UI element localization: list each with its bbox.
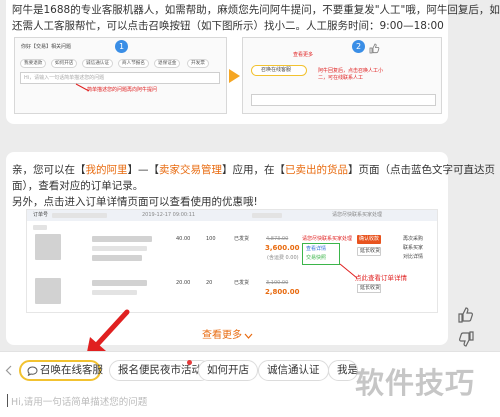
row1-extend-button[interactable]: 延长收货 (357, 247, 381, 256)
thumbs-down-icon (459, 331, 474, 347)
thumbs-down-button[interactable] (456, 329, 476, 349)
thumbs-up-button[interactable] (456, 305, 476, 325)
order-header-right: 请您尽快联系买家处理 (332, 212, 383, 218)
guide-input-placeholder: Hi，请输入一句话简单描述您的问题 (24, 75, 105, 81)
message-input-placeholder: Hi,请用一句话简单描述您的问题 (11, 397, 148, 408)
row1-status: 已发货 (234, 236, 250, 242)
summon-agent-label: 召唤在线客服 (40, 364, 103, 376)
link-seller-trade-management[interactable]: 卖家交易管理 (159, 164, 222, 176)
msg-paragraph-1: 亲，您可以在【我的阿里】—【卖家交易管理】应用，在【已卖出的货品】页面（点击蓝色… (12, 162, 495, 178)
thumbs-up-icon (458, 307, 473, 323)
step-badge-2: 2 (352, 40, 365, 53)
quick-action-open-shop[interactable]: 如何开店 (198, 360, 258, 381)
order-note: 点此查看订单详情 (355, 274, 407, 282)
msg-text: 】页面（点击蓝色文字可直达页 (348, 164, 495, 176)
msg-text: 亲，您可以在【 (12, 164, 86, 176)
guide-input-box: Hi，请输入一句话简单描述您的问题 (20, 72, 220, 84)
guide-chip: 我要退款 (20, 59, 47, 68)
row2-extend-button[interactable]: 延长收货 (357, 284, 381, 293)
row1-right-action[interactable]: 再次采购 (403, 236, 423, 243)
detail-link[interactable]: 查看详情 (306, 246, 326, 253)
text-cursor (7, 394, 8, 407)
guide-chip: 商人节报名 (118, 59, 149, 68)
blurred-text (33, 225, 47, 230)
row1-freight: (含运费 0.00) (267, 255, 299, 261)
row2-old-price: 3,100.00 (266, 280, 289, 286)
blurred-text (92, 255, 142, 261)
guide-summon-label: 召唤在线客服 (261, 67, 292, 73)
bot-message-intro: 阿牛是1688的专业客服机器人，如需帮助，麻烦您先问阿牛提问，不要重复发"人工"… (6, 0, 500, 124)
quick-action-verification[interactable]: 诚信通认证 (258, 360, 329, 381)
row1-total: 3,600.00 (265, 244, 300, 252)
row1-qty: 100 (206, 236, 216, 242)
row1-confirm-button[interactable]: 确认收款 (357, 235, 381, 244)
row1-right-action[interactable]: 对比详情 (403, 254, 423, 261)
blurred-text (92, 236, 152, 242)
detail-snapshot: 交易快照 (306, 255, 327, 261)
row2-status: 已发货 (234, 280, 250, 286)
guide-chip: 退保证金 (154, 59, 181, 68)
blurred-text (52, 213, 107, 218)
row2-extend-label: 延长收货 (360, 285, 381, 291)
watermark-logo: 软件技巧 (355, 366, 476, 400)
msg-paragraph-3: 另外，点击进入订单详情页面可以查看使用的优惠哦! (12, 196, 258, 208)
thumbs-up-icon (369, 43, 380, 54)
see-more-link[interactable]: 查看更多 (202, 328, 242, 344)
order-header-date: 2019-12-17 09:00:11 (142, 212, 196, 218)
chevron-down-icon[interactable] (244, 333, 253, 339)
step-badge-1: 1 (115, 40, 128, 53)
note-pointer-icon (339, 263, 358, 279)
blurred-text (92, 280, 147, 286)
link-my-alibaba[interactable]: 我的阿里 (86, 164, 128, 176)
blurred-text (92, 290, 137, 295)
row2-price: 20.00 (176, 280, 191, 286)
guide-chip: 如何开店 (51, 59, 78, 68)
bot-message-orders: 亲，您可以在【我的阿里】—【卖家交易管理】应用，在【已卖出的货品】页面（点击蓝色… (6, 152, 495, 345)
quick-action-partial[interactable]: 我是 (328, 360, 358, 381)
row1-extend-label: 延长收货 (360, 248, 381, 254)
blurred-text (92, 246, 147, 251)
msg-text: 】—【 (127, 164, 160, 176)
guide-screenshot-right[interactable]: 2 查看更多 召唤在线客服 阿牛回复后，点击召唤人工小二，可在线联系人工 (242, 37, 442, 114)
row1-right-action[interactable]: 联系买家 (403, 245, 423, 252)
guide-screenshot-left[interactable]: 1 你好【交易】相关问题 我要退款 如何开店 诚信通认证 商人节报名 退保证金 … (14, 37, 227, 114)
msg-text: 】应用，在【 (222, 164, 285, 176)
guide-right-tag: 查看更多 (293, 52, 314, 58)
intro-line-1: 阿牛是1688的专业客服机器人，如需帮助，麻烦您先问阿牛提问，不要重复发"人工"… (12, 4, 500, 16)
new-dot-badge (187, 360, 192, 365)
product-thumbnail (35, 234, 61, 260)
guide-red-pointer-icon (75, 83, 90, 92)
guide-left-header: 你好【交易】相关问题 (21, 44, 72, 50)
quick-action-night-market[interactable]: 报名便民夜市活动 (109, 360, 211, 381)
intro-line-2: 还需人工客服帮忙，可以点击召唤按钮（如下图所示）找小二。人工服务时间：9:00—… (12, 20, 444, 32)
order-header-number: 订单号 (33, 212, 49, 218)
blurred-text (252, 213, 282, 218)
row1-wait-text: 请您尽快联系买家处理 (302, 236, 353, 242)
product-thumbnail (35, 278, 61, 304)
guide-next-arrow-icon (229, 69, 240, 83)
guide-chip: 诚信通认证 (82, 59, 113, 68)
guide-right-hint: 阿牛回复后，点击召唤人工小二，可在线联系人工 (318, 68, 384, 81)
detail-highlight-box[interactable]: 查看详情 交易快照 (302, 243, 340, 265)
row1-confirm-label: 确认收款 (359, 236, 380, 242)
order-list-screenshot[interactable]: 订单号 2019-12-17 09:00:11 请您尽快联系买家处理 40.00… (26, 209, 438, 313)
chat-bubble-icon (27, 366, 38, 376)
link-sold-goods[interactable]: 已卖出的货品 (285, 164, 348, 176)
guide-summon-chip: 召唤在线客服 (251, 65, 307, 76)
row1-old-price: 4,873.00 (266, 236, 289, 242)
row2-total: 2,800.00 (265, 288, 300, 296)
row1-price: 40.00 (176, 236, 191, 242)
guide-chip: 开发票 (187, 59, 209, 68)
row2-qty: 20 (206, 280, 213, 286)
guide-left-hint: 简单描述您的问题再向阿牛提问 (87, 87, 158, 93)
guide-right-input-box (251, 94, 436, 106)
summon-agent-button[interactable]: 召唤在线客服 (19, 360, 103, 381)
msg-paragraph-2: 面），查看对应的订单记录。 (12, 180, 144, 192)
scroll-left-icon[interactable] (5, 365, 13, 376)
message-input[interactable]: Hi,请用一句话简单描述您的问题 (6, 390, 351, 412)
